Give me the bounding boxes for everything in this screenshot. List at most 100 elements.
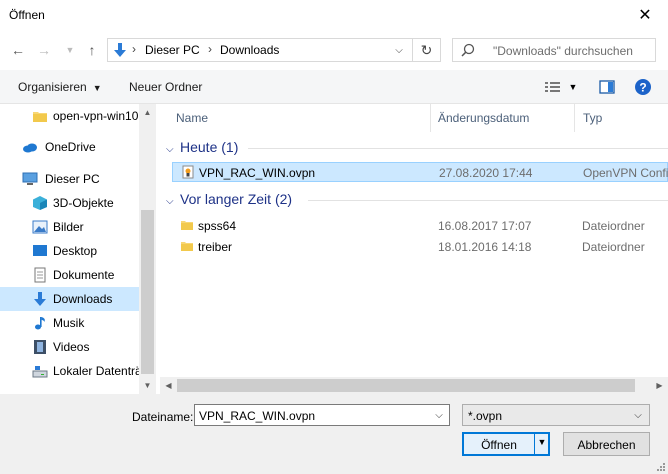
caret-down-icon: ▼ — [143, 381, 152, 390]
nav-item-downloads[interactable]: Downloads — [0, 287, 139, 311]
filename-label: Dateiname: — [132, 410, 194, 424]
nav-item-musik[interactable]: Musik — [0, 311, 139, 335]
help-button[interactable]: ? — [634, 78, 652, 96]
preview-pane-icon — [599, 80, 615, 94]
view-options-button[interactable] — [544, 78, 562, 96]
folder-icon — [33, 112, 47, 122]
file-row[interactable]: treiber 18.01.2016 14:18 Dateiordner — [172, 237, 668, 257]
group-label: Vor langer Zeit (2) — [180, 191, 293, 207]
file-name: treiber — [198, 240, 233, 254]
file-row[interactable]: VPN_RAC_WIN.ovpn 27.08.2020 17:44 OpenVP… — [172, 162, 668, 182]
up-button[interactable]: ↑ — [82, 40, 102, 60]
resize-grip-icon[interactable] — [655, 461, 665, 471]
filename-dropdown-button[interactable]: ⌵ — [429, 405, 449, 425]
group-header-vor-langer-zeit[interactable]: ⌵ Vor langer Zeit (2) — [166, 191, 292, 207]
filename-value: VPN_RAC_WIN.ovpn — [199, 409, 316, 423]
file-row[interactable]: spss64 16.08.2017 17:07 Dateiordner — [172, 216, 668, 236]
pictures-icon — [32, 220, 48, 234]
arrow-right-icon: → — [37, 42, 51, 58]
scroll-down-button[interactable]: ▼ — [139, 377, 156, 394]
scroll-right-button[interactable]: ▶ — [651, 377, 668, 394]
column-headers: Name Änderungsdatum Typ — [160, 104, 668, 132]
breadcrumb-downloads[interactable]: Downloads — [220, 43, 279, 57]
nav-item-label: Dieser PC — [45, 172, 100, 186]
caret-right-icon: ▶ — [656, 381, 663, 390]
column-divider[interactable] — [430, 104, 431, 132]
group-divider — [308, 200, 668, 201]
file-date: 27.08.2020 17:44 — [439, 166, 533, 180]
navigation-row: ← → ▼ ↑ › Dieser PC › Downloads ⌵ ↻ "Dow… — [0, 30, 668, 70]
close-button[interactable]: ✕ — [622, 0, 668, 30]
filter-value: *.ovpn — [468, 409, 503, 423]
scroll-left-button[interactable]: ◀ — [160, 377, 177, 394]
file-type: OpenVPN Config — [583, 166, 668, 180]
nav-item-label: Lokaler Datenträger — [53, 364, 139, 378]
file-type-filter[interactable]: *.ovpn ⌵ — [462, 404, 650, 426]
download-arrow-icon — [114, 43, 126, 57]
refresh-button[interactable]: ↻ — [412, 39, 440, 61]
computer-icon — [22, 172, 38, 185]
navigation-scrollbar[interactable]: ▲ ▼ — [139, 104, 156, 394]
music-icon — [35, 317, 45, 330]
caret-down-icon: ▼ — [537, 437, 547, 447]
recent-locations-button[interactable]: ▼ — [60, 40, 80, 60]
file-type: Dateiordner — [582, 219, 645, 233]
open-button[interactable]: Öffnen ▼ — [462, 432, 550, 456]
forward-button[interactable]: → — [34, 40, 54, 60]
nav-item-label: Downloads — [53, 292, 113, 306]
back-button[interactable]: ← — [8, 40, 28, 60]
open-options-button[interactable]: ▼ — [536, 437, 548, 447]
nav-item-3d-objekte[interactable]: 3D-Objekte — [0, 191, 139, 215]
address-dropdown-button[interactable]: ⌵ — [388, 39, 410, 61]
column-header-type[interactable]: Typ — [583, 111, 602, 125]
new-folder-button[interactable]: Neuer Ordner — [129, 80, 202, 94]
search-box[interactable]: "Downloads" durchsuchen — [452, 38, 656, 62]
navigation-pane: open-vpn-win10 OneDrive Dieser PC 3D-Obj… — [0, 104, 156, 394]
cancel-button[interactable]: Abbrechen — [563, 432, 650, 456]
file-list: Name Änderungsdatum Typ ⌵ Heute (1) VPN_R… — [160, 104, 668, 377]
cube-icon — [33, 196, 47, 210]
svg-text:?: ? — [639, 81, 646, 95]
details-view-icon — [545, 82, 560, 92]
scroll-thumb[interactable] — [141, 210, 154, 374]
column-header-name[interactable]: Name — [176, 111, 208, 125]
filename-input[interactable]: VPN_RAC_WIN.ovpn ⌵ — [194, 404, 450, 426]
download-icon — [34, 292, 46, 306]
nav-item-label: Videos — [53, 340, 90, 354]
nav-item-open-vpn-win10[interactable]: open-vpn-win10 — [0, 104, 139, 128]
caret-down-icon: ▼ — [568, 82, 578, 92]
ovpn-file-icon — [182, 165, 194, 179]
caret-left-icon: ◀ — [165, 381, 172, 390]
scroll-thumb[interactable] — [177, 379, 635, 392]
column-header-date[interactable]: Änderungsdatum — [438, 111, 529, 125]
refresh-icon: ↻ — [420, 41, 433, 58]
file-name: spss64 — [198, 219, 237, 233]
folder-icon — [181, 242, 193, 251]
nav-item-desktop[interactable]: Desktop — [0, 239, 139, 263]
organize-label: Organisieren — [18, 80, 87, 94]
organize-button[interactable]: Organisieren ▼ — [18, 80, 102, 94]
group-divider — [248, 148, 668, 149]
nav-item-bilder[interactable]: Bilder — [0, 215, 139, 239]
address-bar[interactable]: › Dieser PC › Downloads ⌵ ↻ — [107, 38, 441, 62]
nav-item-lokaler-datentraeger[interactable]: Lokaler Datenträger — [0, 359, 139, 383]
file-name: VPN_RAC_WIN.ovpn — [199, 166, 316, 180]
title-bar: Öffnen ✕ — [0, 0, 668, 30]
nav-item-dieser-pc[interactable]: Dieser PC — [0, 167, 139, 191]
nav-item-videos[interactable]: Videos — [0, 335, 139, 359]
chevron-down-icon: ⌵ — [634, 409, 642, 421]
group-header-heute[interactable]: ⌵ Heute (1) — [166, 139, 238, 155]
file-list-horizontal-scrollbar[interactable]: ◀ ▶ — [160, 377, 668, 394]
nav-item-label: open-vpn-win10 — [53, 109, 139, 123]
nav-item-dokumente[interactable]: Dokumente — [0, 263, 139, 287]
command-toolbar: Organisieren ▼ Neuer Ordner ▼ ? — [0, 70, 668, 104]
preview-pane-button[interactable] — [598, 78, 616, 96]
view-dropdown-button[interactable]: ▼ — [564, 78, 582, 96]
nav-item-label: Dokumente — [53, 268, 115, 282]
scroll-up-button[interactable]: ▲ — [139, 104, 156, 121]
breadcrumb-dieser-pc[interactable]: Dieser PC — [145, 43, 200, 57]
filter-dropdown-button[interactable]: ⌵ — [629, 406, 647, 424]
nav-item-onedrive[interactable]: OneDrive — [0, 135, 139, 159]
open-button-label: Öffnen — [481, 438, 517, 452]
column-divider[interactable] — [574, 104, 575, 132]
